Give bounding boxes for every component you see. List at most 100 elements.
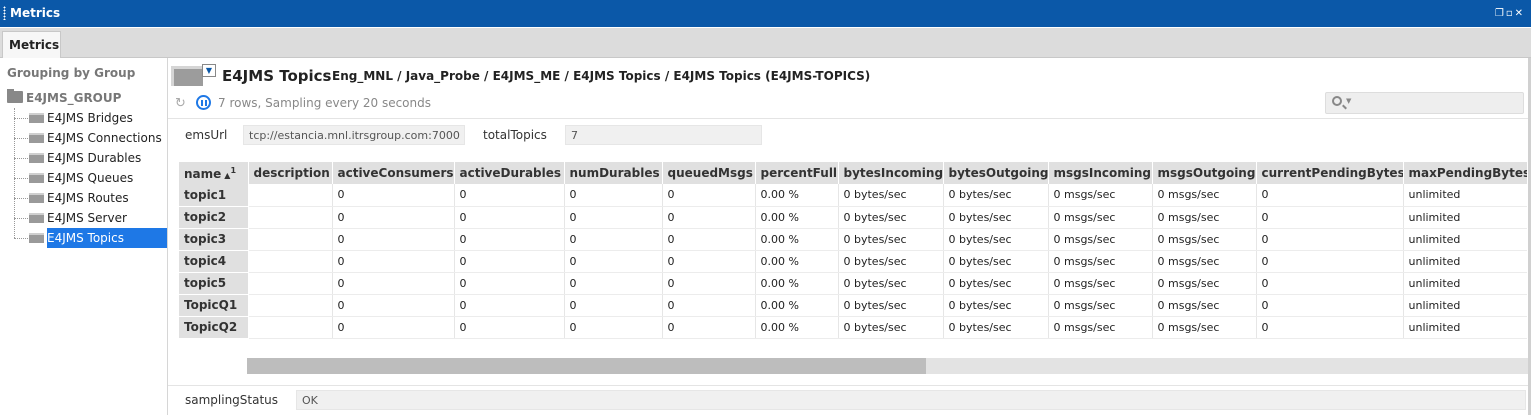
- column-header-name[interactable]: name ▲1: [179, 162, 249, 184]
- filter-icon[interactable]: ▼: [202, 64, 216, 77]
- cell-currentpendingbytes[interactable]: 0: [1256, 294, 1404, 317]
- cell-msgsoutgoing[interactable]: 0 msgs/sec: [1152, 316, 1257, 339]
- cell-percentfull[interactable]: 0.00 %: [755, 272, 839, 295]
- cell-msgsincoming[interactable]: 0 msgs/sec: [1048, 250, 1153, 273]
- cell-name[interactable]: TopicQ1: [179, 294, 249, 317]
- cell-bytesoutgoing[interactable]: 0 bytes/sec: [943, 272, 1049, 295]
- column-header-currentpendingbytes[interactable]: currentPendingBytes: [1256, 162, 1404, 184]
- cell-msgsincoming[interactable]: 0 msgs/sec: [1048, 184, 1153, 207]
- cell-numdurables[interactable]: 0: [564, 316, 663, 339]
- column-header-numdurables[interactable]: numDurables: [564, 162, 663, 184]
- table-row[interactable]: topic1 0 0 0 0 0.00 % 0 bytes/sec 0 bytes/sec 0 …: [179, 184, 1527, 207]
- drag-grip-icon[interactable]: [3, 6, 6, 20]
- cell-maxpendingbytes[interactable]: unlimited: [1403, 272, 1527, 295]
- cell-msgsoutgoing[interactable]: 0 msgs/sec: [1152, 250, 1257, 273]
- horizontal-scrollbar[interactable]: [247, 358, 1529, 374]
- cell-name[interactable]: topic1: [179, 184, 249, 207]
- cell-queuedmsgs[interactable]: 0: [662, 250, 756, 273]
- table-row[interactable]: TopicQ1 0 0 0 0 0.00 % 0 bytes/sec 0 bytes/sec 0…: [179, 294, 1527, 317]
- cell-activedurables[interactable]: 0: [454, 316, 565, 339]
- cell-activedurables[interactable]: 0: [454, 206, 565, 229]
- cell-maxpendingbytes[interactable]: unlimited: [1403, 228, 1527, 251]
- cell-msgsoutgoing[interactable]: 0 msgs/sec: [1152, 184, 1257, 207]
- column-header-activedurables[interactable]: activeDurables: [454, 162, 565, 184]
- column-header-percentfull[interactable]: percentFull: [755, 162, 839, 184]
- cell-queuedmsgs[interactable]: 0: [662, 228, 756, 251]
- cell-description[interactable]: [248, 272, 333, 295]
- column-header-bytesincoming[interactable]: bytesIncoming: [838, 162, 944, 184]
- cell-activeconsumers[interactable]: 0: [332, 272, 455, 295]
- cell-currentpendingbytes[interactable]: 0: [1256, 184, 1404, 207]
- cell-currentpendingbytes[interactable]: 0: [1256, 228, 1404, 251]
- search-icon[interactable]: [1332, 96, 1342, 106]
- cell-description[interactable]: [248, 316, 333, 339]
- cell-name[interactable]: TopicQ2: [179, 316, 249, 339]
- cell-maxpendingbytes[interactable]: unlimited: [1403, 294, 1527, 317]
- cell-percentfull[interactable]: 0.00 %: [755, 228, 839, 251]
- cell-bytesoutgoing[interactable]: 0 bytes/sec: [943, 184, 1049, 207]
- column-header-activeconsumers[interactable]: activeConsumers: [332, 162, 455, 184]
- cell-msgsincoming[interactable]: 0 msgs/sec: [1048, 316, 1153, 339]
- cell-bytesoutgoing[interactable]: 0 bytes/sec: [943, 316, 1049, 339]
- cell-bytesincoming[interactable]: 0 bytes/sec: [838, 316, 944, 339]
- scrollbar-thumb[interactable]: [247, 358, 926, 374]
- cell-queuedmsgs[interactable]: 0: [662, 272, 756, 295]
- table-row[interactable]: topic4 0 0 0 0 0.00 % 0 bytes/sec 0 bytes/sec 0 …: [179, 250, 1527, 273]
- cell-activeconsumers[interactable]: 0: [332, 184, 455, 207]
- cell-name[interactable]: topic2: [179, 206, 249, 229]
- cell-queuedmsgs[interactable]: 0: [662, 316, 756, 339]
- cell-activeconsumers[interactable]: 0: [332, 250, 455, 273]
- cell-currentpendingbytes[interactable]: 0: [1256, 206, 1404, 229]
- column-header-msgsoutgoing[interactable]: msgsOutgoing: [1152, 162, 1257, 184]
- cell-activeconsumers[interactable]: 0: [332, 206, 455, 229]
- cell-bytesincoming[interactable]: 0 bytes/sec: [838, 184, 944, 207]
- cell-currentpendingbytes[interactable]: 0: [1256, 250, 1404, 273]
- cell-activedurables[interactable]: 0: [454, 272, 565, 295]
- restore-icon[interactable]: ❐: [1495, 8, 1506, 19]
- cell-msgsoutgoing[interactable]: 0 msgs/sec: [1152, 294, 1257, 317]
- cell-msgsoutgoing[interactable]: 0 msgs/sec: [1152, 206, 1257, 229]
- tree-item-connections[interactable]: E4JMS Connections: [14, 128, 167, 148]
- cell-bytesoutgoing[interactable]: 0 bytes/sec: [943, 228, 1049, 251]
- table-row[interactable]: topic5 0 0 0 0 0.00 % 0 bytes/sec 0 bytes/sec 0 …: [179, 272, 1527, 295]
- tree-item-bridges[interactable]: E4JMS Bridges: [14, 108, 167, 128]
- cell-msgsoutgoing[interactable]: 0 msgs/sec: [1152, 228, 1257, 251]
- cell-activedurables[interactable]: 0: [454, 228, 565, 251]
- tree-item-routes[interactable]: E4JMS Routes: [14, 188, 167, 208]
- cell-maxpendingbytes[interactable]: unlimited: [1403, 184, 1527, 207]
- search-input[interactable]: [1325, 92, 1524, 114]
- cell-queuedmsgs[interactable]: 0: [662, 184, 756, 207]
- column-header-msgsincoming[interactable]: msgsIncoming: [1048, 162, 1153, 184]
- cell-msgsincoming[interactable]: 0 msgs/sec: [1048, 206, 1153, 229]
- cell-numdurables[interactable]: 0: [564, 228, 663, 251]
- cell-bytesoutgoing[interactable]: 0 bytes/sec: [943, 206, 1049, 229]
- cell-description[interactable]: [248, 228, 333, 251]
- cell-bytesincoming[interactable]: 0 bytes/sec: [838, 206, 944, 229]
- cell-bytesincoming[interactable]: 0 bytes/sec: [838, 250, 944, 273]
- cell-activedurables[interactable]: 0: [454, 184, 565, 207]
- cell-bytesincoming[interactable]: 0 bytes/sec: [838, 272, 944, 295]
- cell-name[interactable]: topic5: [179, 272, 249, 295]
- tree-item-queues[interactable]: E4JMS Queues: [14, 168, 167, 188]
- cell-activedurables[interactable]: 0: [454, 250, 565, 273]
- column-header-maxpendingbytes[interactable]: maxPendingBytes: [1403, 162, 1527, 184]
- close-icon[interactable]: ✕: [1515, 8, 1525, 19]
- chevron-down-icon[interactable]: ▼: [1346, 97, 1351, 105]
- cell-maxpendingbytes[interactable]: unlimited: [1403, 206, 1527, 229]
- minimize-icon[interactable]: ▫: [1506, 8, 1515, 19]
- column-header-description[interactable]: description: [248, 162, 333, 184]
- tree-root[interactable]: E4JMS_GROUP: [7, 89, 121, 105]
- tree-item-durables[interactable]: E4JMS Durables: [14, 148, 167, 168]
- cell-bytesoutgoing[interactable]: 0 bytes/sec: [943, 250, 1049, 273]
- cell-percentfull[interactable]: 0.00 %: [755, 316, 839, 339]
- cell-activeconsumers[interactable]: 0: [332, 316, 455, 339]
- column-header-queuedmsgs[interactable]: queuedMsgs: [662, 162, 756, 184]
- cell-name[interactable]: topic4: [179, 250, 249, 273]
- cell-queuedmsgs[interactable]: 0: [662, 294, 756, 317]
- cell-maxpendingbytes[interactable]: unlimited: [1403, 250, 1527, 273]
- cell-numdurables[interactable]: 0: [564, 184, 663, 207]
- cell-numdurables[interactable]: 0: [564, 250, 663, 273]
- cell-description[interactable]: [248, 184, 333, 207]
- cell-percentfull[interactable]: 0.00 %: [755, 250, 839, 273]
- cell-percentfull[interactable]: 0.00 %: [755, 206, 839, 229]
